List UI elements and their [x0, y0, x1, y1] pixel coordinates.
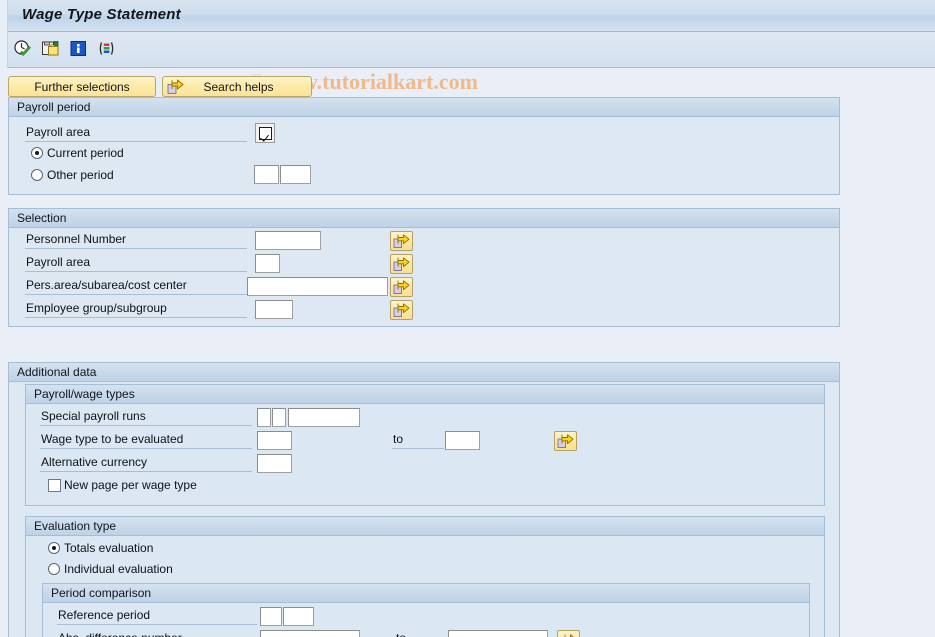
- current-period-row: Current period: [31, 146, 124, 160]
- radio-dot-icon: [31, 147, 43, 159]
- checkbox-icon: [48, 478, 61, 492]
- current-period-radio[interactable]: Current period: [31, 146, 124, 160]
- selection-payroll-area-multiple-selection-button[interactable]: [390, 254, 413, 274]
- personnel-number-row: Personnel Number: [25, 231, 247, 249]
- individual-evaluation-radio[interactable]: Individual evaluation: [48, 562, 173, 576]
- info-icon[interactable]: [68, 38, 89, 59]
- payroll-wage-types-group: Payroll/wage types Special payroll runs …: [25, 384, 825, 506]
- special-payroll-runs-row: Special payroll runs: [40, 408, 252, 426]
- new-page-per-wage-type-label: New page per wage type: [64, 478, 197, 492]
- selection-payroll-area-row: Payroll area: [25, 254, 247, 272]
- personnel-number-multiple-selection-button[interactable]: [390, 231, 413, 251]
- pers-area-subarea-cost-center-input[interactable]: [247, 277, 388, 296]
- other-period-row: Other period: [31, 168, 114, 182]
- reference-period-label: Reference period: [57, 607, 257, 625]
- employee-group-subgroup-row: Employee group/subgroup: [25, 300, 247, 318]
- abs-difference-number-row: Abs. difference number: [57, 630, 257, 637]
- payroll-area-row: Payroll area: [25, 123, 275, 143]
- wage-type-evaluated-from-input[interactable]: [257, 431, 292, 450]
- reference-period-row: Reference period: [57, 607, 257, 625]
- alternative-currency-row: Alternative currency: [40, 454, 252, 472]
- payroll-area-matchcode-button[interactable]: [255, 123, 275, 143]
- search-helps-button[interactable]: Search helps: [162, 76, 312, 97]
- execute-clock-icon[interactable]: [12, 38, 33, 59]
- personnel-number-label: Personnel Number: [25, 231, 247, 249]
- other-period-label: Other period: [47, 168, 114, 182]
- employee-group-subgroup-multiple-selection-button[interactable]: [390, 300, 413, 320]
- additional-data-group: Additional data Payroll/wage types Speci…: [8, 362, 840, 637]
- period-comparison-group: Period comparison Reference period Abs. …: [42, 583, 810, 637]
- current-period-label: Current period: [47, 146, 124, 160]
- toolbar-left-edge: [0, 32, 8, 68]
- wage-type-evaluated-label: Wage type to be evaluated: [40, 431, 252, 449]
- payroll-area-label: Payroll area: [25, 124, 247, 142]
- individual-evaluation-row: Individual evaluation: [48, 562, 173, 576]
- abs-difference-to-input[interactable]: [448, 630, 548, 637]
- special-payroll-runs-input-2[interactable]: [272, 408, 286, 427]
- other-period-input-1[interactable]: [254, 165, 279, 184]
- sap-selection-screen: Wage Type Statement www.tutorialkart.com…: [0, 0, 935, 637]
- pers-area-subarea-cost-center-label: Pers.area/subarea/cost center: [25, 277, 247, 295]
- totals-evaluation-radio[interactable]: Totals evaluation: [48, 541, 153, 555]
- reference-period-input-1[interactable]: [260, 607, 282, 626]
- abs-difference-multiple-selection-button[interactable]: [557, 630, 580, 637]
- radio-dot-icon: [48, 542, 60, 554]
- wage-type-multiple-selection-button[interactable]: [554, 431, 577, 451]
- wage-type-to-label: to: [392, 431, 444, 449]
- evaluation-type-group: Evaluation type Totals evaluation Indivi…: [25, 516, 825, 637]
- application-toolbar: © www.tutorialkart.com: [0, 32, 935, 94]
- payroll-period-group: Payroll period Payroll area Current peri…: [8, 97, 840, 195]
- checkbox-glyph-icon: [258, 126, 272, 140]
- alternative-currency-input[interactable]: [257, 454, 292, 473]
- special-payroll-runs-input-3[interactable]: [288, 408, 360, 427]
- radio-dot-icon: [31, 169, 43, 181]
- totals-evaluation-row: Totals evaluation: [48, 541, 153, 555]
- payroll-period-group-header: Payroll period: [9, 98, 839, 117]
- abs-difference-to-label: to: [395, 630, 435, 637]
- totals-evaluation-label: Totals evaluation: [64, 541, 154, 555]
- employee-group-subgroup-label: Employee group/subgroup: [25, 300, 247, 318]
- pers-area-subarea-cost-center-row: Pers.area/subarea/cost center: [25, 277, 247, 295]
- special-payroll-runs-label: Special payroll runs: [40, 408, 252, 426]
- alternative-currency-label: Alternative currency: [40, 454, 252, 472]
- other-period-radio[interactable]: Other period: [31, 168, 114, 182]
- special-payroll-runs-input-1[interactable]: [257, 408, 271, 427]
- toolbar-icon-group: [12, 38, 117, 59]
- selection-group: Selection Personnel Number Payroll area …: [8, 208, 840, 327]
- wage-type-evaluated-row: Wage type to be evaluated: [40, 431, 252, 449]
- selection-screen-button-row: Further selections Search helps: [8, 76, 312, 97]
- selection-group-header: Selection: [9, 209, 839, 228]
- search-helps-arrow-icon: [167, 79, 184, 95]
- page-title: Wage Type Statement: [22, 6, 181, 23]
- period-comparison-group-header: Period comparison: [43, 584, 809, 603]
- multiple-selection-icon[interactable]: [96, 38, 117, 59]
- individual-evaluation-label: Individual evaluation: [64, 562, 173, 576]
- radio-dot-icon: [48, 563, 60, 575]
- new-page-per-wage-type-checkbox[interactable]: New page per wage type: [48, 478, 197, 492]
- window-left-edge: [0, 0, 8, 32]
- reference-period-input-2[interactable]: [283, 607, 314, 626]
- additional-data-group-header: Additional data: [9, 363, 839, 382]
- search-helps-label: Search helps: [203, 79, 274, 94]
- abs-difference-number-label: Abs. difference number: [57, 630, 257, 637]
- personnel-number-input[interactable]: [255, 231, 321, 250]
- wage-type-evaluated-to-input[interactable]: [445, 431, 480, 450]
- abs-difference-from-input[interactable]: [260, 630, 360, 637]
- selection-payroll-area-label: Payroll area: [25, 254, 247, 272]
- save-variant-icon[interactable]: [40, 38, 61, 59]
- payroll-wage-types-group-header: Payroll/wage types: [26, 385, 824, 404]
- pers-area-subarea-cost-center-multiple-selection-button[interactable]: [390, 277, 413, 297]
- other-period-input-2[interactable]: [280, 165, 311, 184]
- selection-payroll-area-input[interactable]: [255, 254, 280, 273]
- evaluation-type-group-header: Evaluation type: [26, 517, 824, 536]
- window-title-bar: Wage Type Statement: [0, 0, 935, 32]
- employee-group-subgroup-input[interactable]: [255, 300, 293, 319]
- further-selections-button[interactable]: Further selections: [8, 76, 156, 97]
